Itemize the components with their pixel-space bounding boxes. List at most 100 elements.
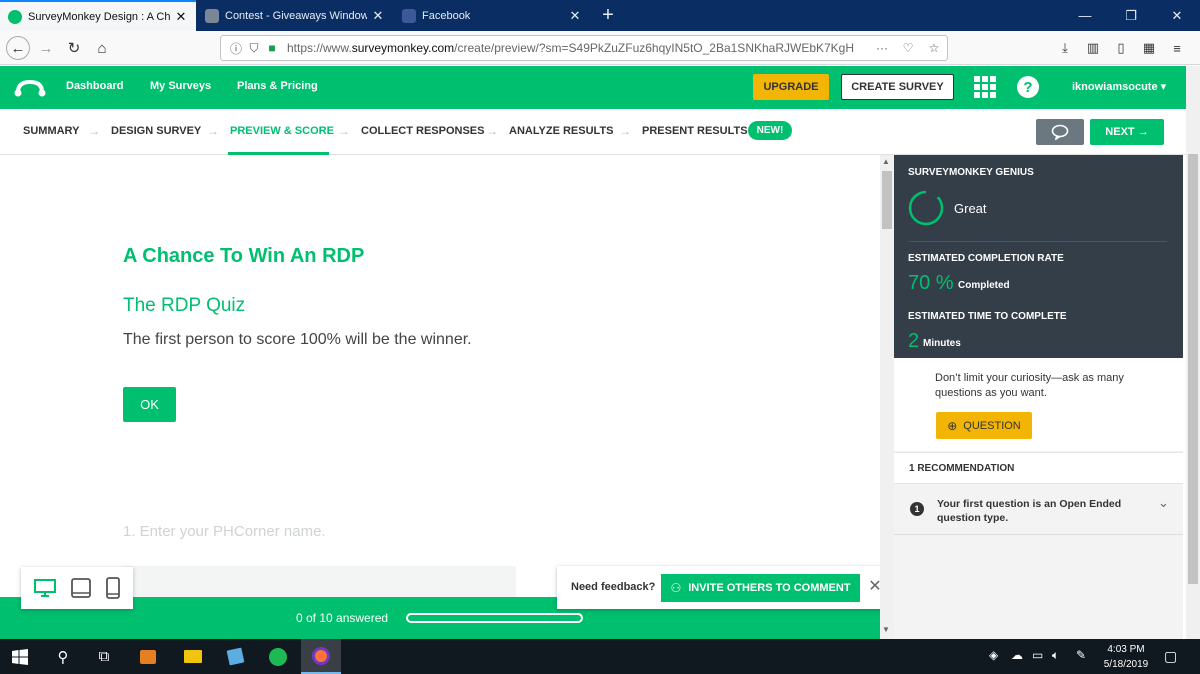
step-arrow-icon: →: [338, 124, 350, 138]
browser-tab-contest[interactable]: Contest - Giveaways Windows ✕: [197, 0, 393, 31]
restore-icon[interactable]: ❐: [1108, 0, 1154, 31]
pocket-icon[interactable]: ♡: [895, 41, 921, 55]
apps-grid-icon[interactable]: [974, 76, 996, 98]
address-bar[interactable]: ⓘ ⛉ ■ https://www.surveymonkey.com/creat…: [220, 35, 948, 61]
genius-title: SURVEYMONKEY GENIUS: [908, 167, 1034, 178]
info-icon[interactable]: ⓘ: [227, 40, 245, 57]
genius-rating: Great: [954, 201, 987, 216]
new-tab-icon[interactable]: +: [597, 4, 619, 26]
recommendation-number-icon: 1: [910, 502, 924, 516]
bookmark-star-icon[interactable]: ☆: [921, 41, 947, 55]
preview-scrollbar-thumb[interactable]: [882, 171, 892, 229]
task-view-icon[interactable]: ⧉: [84, 639, 124, 674]
create-survey-button[interactable]: CREATE SURVEY: [841, 74, 954, 100]
plus-circle-icon: ⊕: [947, 418, 958, 433]
pen-icon[interactable]: ✎: [1076, 648, 1086, 662]
surveymonkey-header: Dashboard My Surveys Plans & Pricing UPG…: [0, 66, 1186, 109]
library-icon[interactable]: ▥: [1083, 38, 1103, 58]
add-person-icon: ⚇: [670, 581, 682, 595]
recommendation-item[interactable]: 1 Your first question is an Open Ended q…: [894, 485, 1183, 535]
page-actions-icon[interactable]: ···: [869, 41, 895, 55]
close-tab-icon[interactable]: ✕: [371, 8, 385, 24]
next-button[interactable]: NEXT →: [1090, 119, 1164, 145]
search-icon[interactable]: ⚲: [43, 639, 83, 674]
lock-icon: ■: [268, 41, 276, 55]
surveymonkey-favicon-icon: [8, 9, 22, 24]
extension-icon[interactable]: ▦: [1139, 38, 1159, 58]
file-explorer-icon[interactable]: [173, 639, 213, 674]
recommendation-header: 1 RECOMMENDATION: [894, 452, 1183, 484]
url-text[interactable]: https://www.surveymonkey.com/create/prev…: [287, 41, 869, 55]
upgrade-button[interactable]: UPGRADE: [753, 74, 829, 100]
feedback-bar: Need feedback? ⚇ INVITE OTHERS TO COMMEN…: [557, 566, 880, 609]
surveymonkey-logo-icon[interactable]: [14, 76, 46, 98]
invite-others-button[interactable]: ⚇ INVITE OTHERS TO COMMENT: [661, 574, 860, 602]
minimize-icon[interactable]: —: [1062, 0, 1108, 31]
nav-my-surveys[interactable]: My Surveys: [150, 80, 211, 92]
facebook-favicon-icon: [402, 8, 416, 23]
forward-icon[interactable]: →: [34, 36, 58, 60]
back-icon[interactable]: ←: [6, 36, 30, 60]
progress-track: [406, 613, 583, 623]
desktop-preview-icon[interactable]: [33, 578, 57, 598]
contest-favicon-icon: [205, 8, 219, 23]
page-title: The RDP Quiz: [123, 295, 246, 316]
window-close-icon[interactable]: ✕: [1154, 0, 1200, 31]
sidebar-icon[interactable]: ▯: [1111, 38, 1131, 58]
step-preview-score[interactable]: PREVIEW & SCORE: [230, 125, 334, 137]
scroll-down-icon[interactable]: ▼: [882, 625, 890, 634]
feedback-label: Need feedback?: [571, 581, 656, 593]
page-scrollbar[interactable]: [1186, 66, 1200, 639]
browser-tab-strip: SurveyMonkey Design : A Char ✕ Contest -…: [0, 0, 1200, 31]
notification-center-icon[interactable]: ▢: [1164, 648, 1177, 665]
reload-icon[interactable]: ↻: [62, 36, 86, 60]
step-summary[interactable]: SUMMARY: [23, 125, 79, 137]
scroll-up-icon[interactable]: ▲: [882, 157, 890, 166]
step-collect-responses[interactable]: COLLECT RESPONSES: [361, 125, 484, 137]
spotify-icon[interactable]: [258, 639, 298, 674]
nav-dashboard[interactable]: Dashboard: [66, 80, 123, 92]
genius-panel: SURVEYMONKEY GENIUS Great ESTIMATED COMP…: [894, 155, 1183, 358]
close-tab-icon[interactable]: ✕: [568, 8, 582, 24]
notepad-icon[interactable]: [215, 639, 255, 674]
home-icon[interactable]: ⌂: [90, 36, 114, 60]
browser-tab-surveymonkey[interactable]: SurveyMonkey Design : A Char ✕: [0, 0, 196, 31]
user-menu[interactable]: iknowiamsocute ▾: [1072, 80, 1166, 93]
firefox-icon[interactable]: [301, 639, 341, 674]
volume-icon[interactable]: 🔈︎: [1052, 648, 1059, 663]
onedrive-cloud-icon[interactable]: ☁: [1011, 648, 1023, 662]
browser-nav-bar: ← → ↻ ⌂ ⓘ ⛉ ■ https://www.surveymonkey.c…: [0, 31, 1200, 65]
step-design-survey[interactable]: DESIGN SURVEY: [111, 125, 201, 137]
step-analyze-results[interactable]: ANALYZE RESULTS: [509, 125, 614, 137]
add-question-button[interactable]: ⊕ QUESTION: [936, 412, 1032, 439]
comment-button[interactable]: [1036, 119, 1084, 145]
menu-icon[interactable]: ≡: [1167, 38, 1187, 58]
ok-button[interactable]: OK: [123, 387, 176, 422]
close-tab-icon[interactable]: ✕: [174, 9, 188, 25]
page-scrollbar-thumb[interactable]: [1188, 154, 1198, 584]
tray-app-icon[interactable]: ◈: [989, 648, 998, 662]
start-windows-icon[interactable]: [0, 639, 40, 674]
tablet-preview-icon[interactable]: [70, 577, 92, 599]
system-clock[interactable]: 4:03 PM 5/18/2019: [1100, 642, 1152, 672]
progress-text: 0 of 10 answered: [296, 611, 389, 625]
new-badge: NEW!: [748, 121, 792, 140]
step-navigation: SUMMARY → DESIGN SURVEY → PREVIEW & SCOR…: [0, 109, 1186, 155]
tip-text: Don’t limit your curiosity—ask as many q…: [935, 372, 1124, 399]
chevron-down-icon[interactable]: ⌄: [1158, 495, 1169, 511]
download-icon[interactable]: ⤓: [1055, 38, 1075, 58]
close-feedback-icon[interactable]: ✕: [865, 576, 880, 598]
mobile-preview-icon[interactable]: [105, 577, 121, 599]
step-present-results[interactable]: PRESENT RESULTS: [642, 125, 748, 137]
preview-scrollbar[interactable]: ▲ ▼: [880, 155, 894, 639]
device-switcher: [21, 567, 133, 609]
tracking-shield-icon[interactable]: ⛉: [245, 41, 263, 56]
media-player-icon[interactable]: [128, 639, 168, 674]
network-icon[interactable]: ▭: [1032, 648, 1043, 662]
add-question-label: QUESTION: [963, 419, 1021, 432]
nav-plans-pricing[interactable]: Plans & Pricing: [237, 80, 318, 92]
help-icon[interactable]: ?: [1017, 76, 1039, 98]
step-arrow-icon: →: [207, 124, 219, 138]
browser-tab-facebook[interactable]: Facebook ✕: [394, 0, 590, 31]
step-arrow-icon: →: [619, 124, 631, 138]
